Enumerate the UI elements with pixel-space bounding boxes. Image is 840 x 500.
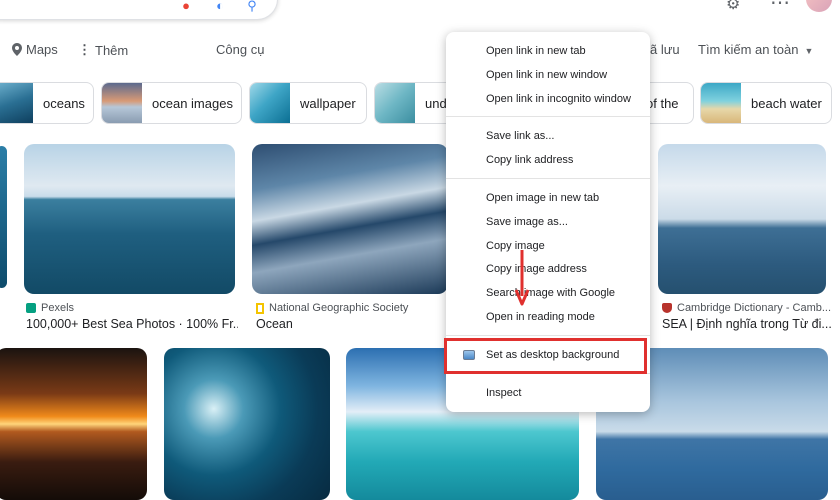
chip-beach-water[interactable]: beach water — [700, 82, 832, 124]
caret-down-icon: ▼ — [804, 46, 814, 56]
menu-open-link-incognito[interactable]: Open link in incognito window — [446, 88, 650, 110]
result-source[interactable]: Cambridge Dictionary - Camb... — [662, 302, 831, 314]
saved-link[interactable]: ã lưu — [650, 42, 680, 57]
red-arrow-icon — [515, 250, 529, 306]
menu-copy-link-address[interactable]: Copy link address — [446, 149, 650, 171]
result-image-pexels[interactable] — [24, 144, 235, 294]
avatar[interactable] — [806, 0, 832, 12]
chip-thumbnail — [701, 83, 741, 123]
natgeo-favicon — [256, 302, 264, 314]
chip-thumbnail — [250, 83, 290, 123]
lens-icon[interactable]: ◐ — [213, 0, 227, 13]
search-box[interactable]: ● ◐ ⚲ — [0, 0, 278, 20]
chip-label: ocean images — [152, 95, 233, 111]
chip-label: oceans — [43, 95, 85, 111]
saved-label: ã lưu — [650, 42, 680, 57]
result-image-cambridge[interactable] — [658, 144, 826, 294]
chip-thumbnail — [0, 83, 33, 123]
cambridge-favicon — [662, 303, 672, 313]
result-title[interactable]: SEA | Định nghĩa trong Từ đi... — [662, 317, 832, 331]
chip-ocean-images[interactable]: ocean images — [101, 82, 242, 124]
menu-save-image-as[interactable]: Save image as... — [446, 211, 650, 233]
source-label: Cambridge Dictionary - Camb... — [677, 302, 832, 314]
menu-save-link-as[interactable]: Save link as... — [446, 125, 650, 147]
result-image-natgeo[interactable] — [252, 144, 448, 294]
pexels-favicon — [26, 303, 36, 313]
source-label: Pexels — [41, 302, 75, 314]
chip-wallpaper[interactable]: wallpaper — [249, 82, 367, 124]
menu-open-reading-mode[interactable]: Open in reading mode — [446, 306, 650, 328]
menu-separator — [446, 178, 650, 179]
menu-copy-image-address[interactable]: Copy image address — [446, 258, 650, 280]
chip-oceans[interactable]: oceans — [0, 82, 94, 124]
maps-label: Maps — [26, 42, 58, 57]
top-bar: ● ◐ ⚲ ⚙ ⋯ — [0, 0, 840, 30]
map-pin-icon — [12, 43, 22, 56]
search-icon[interactable]: ⚲ — [245, 0, 259, 13]
chip-label: wallpaper — [300, 95, 356, 111]
highlight-box — [444, 338, 647, 374]
menu-copy-image[interactable]: Copy image — [446, 235, 650, 257]
result-source[interactable]: Pexels — [26, 302, 74, 314]
more-tab[interactable]: ⋮ Thêm — [78, 42, 128, 58]
menu-inspect[interactable]: Inspect — [446, 382, 650, 404]
chip-label: beach water — [751, 95, 822, 111]
chip-und[interactable]: und — [374, 82, 454, 124]
result-title[interactable]: Ocean — [256, 317, 293, 331]
tools-button[interactable]: Công cụ — [216, 42, 264, 57]
result-title[interactable]: 100,000+ Best Sea Photos · 100% Fr... — [26, 317, 238, 331]
menu-separator — [446, 335, 650, 336]
menu-open-link-new-tab[interactable]: Open link in new tab — [446, 40, 650, 62]
menu-separator — [446, 116, 650, 117]
tools-label: Công cụ — [216, 42, 265, 57]
result-image-sunset[interactable] — [0, 348, 147, 500]
result-source[interactable]: National Geographic Society — [256, 302, 408, 314]
menu-open-image-new-tab[interactable]: Open image in new tab — [446, 187, 650, 209]
more-label: Thêm — [95, 42, 129, 58]
settings-icon[interactable]: ⚙ — [726, 0, 740, 14]
safesearch-dropdown[interactable]: Tìm kiếm an toàn ▼ — [698, 42, 813, 57]
microphone-icon[interactable]: ● — [179, 0, 193, 13]
related-chips: oceans ocean images wallpaper und of the… — [0, 82, 840, 124]
result-image-waves-aerial[interactable] — [164, 348, 330, 500]
maps-tab[interactable]: Maps — [12, 42, 58, 57]
chip-thumbnail — [102, 83, 142, 123]
more-vert-icon: ⋮ — [78, 42, 91, 57]
safesearch-label: Tìm kiếm an toàn — [698, 42, 799, 57]
search-tools-row: Maps ⋮ Thêm Công cụ ã lưu Tìm kiếm an to… — [0, 38, 840, 62]
apps-icon[interactable]: ⋯ — [770, 0, 790, 15]
chip-thumbnail — [375, 83, 415, 123]
result-image-partial-left[interactable] — [0, 146, 7, 288]
source-label: National Geographic Society — [269, 302, 409, 314]
menu-open-link-new-window[interactable]: Open link in new window — [446, 64, 650, 86]
menu-search-image-google[interactable]: Search image with Google — [446, 282, 650, 304]
